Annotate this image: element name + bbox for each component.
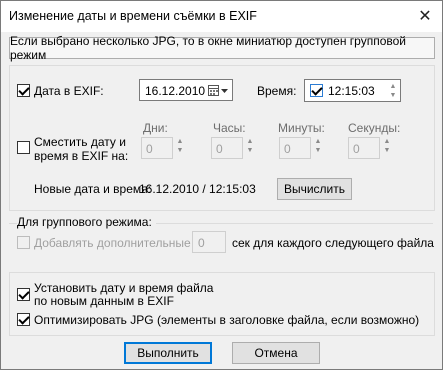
add-seconds-checkbox[interactable] bbox=[17, 236, 30, 249]
time-spinner[interactable]: ▲ ▼ bbox=[387, 82, 399, 100]
hours-label: Часы: bbox=[213, 121, 246, 135]
minutes-spinner[interactable]: ▲ ▼ bbox=[312, 137, 324, 155]
spin-up-icon[interactable]: ▲ bbox=[384, 137, 391, 146]
spin-up-icon[interactable]: ▲ bbox=[247, 137, 254, 146]
days-field[interactable]: 0 bbox=[141, 137, 173, 159]
calendar-dropdown-icon[interactable] bbox=[208, 85, 229, 97]
new-datetime-label: Новые дата и время: bbox=[34, 182, 151, 196]
dialog-title: Изменение даты и времени съёмки в EXIF bbox=[9, 9, 257, 23]
hours-value: 0 bbox=[216, 142, 223, 156]
group-mode-title: Для группового режима: bbox=[17, 215, 156, 229]
time-checkbox[interactable] bbox=[310, 84, 323, 97]
spin-down-icon[interactable]: ▼ bbox=[384, 146, 391, 155]
add-seconds-field[interactable]: 0 bbox=[192, 231, 226, 253]
days-label: Дни: bbox=[143, 121, 168, 135]
hours-field[interactable]: 0 bbox=[211, 137, 243, 159]
title-bar: Изменение даты и времени съёмки в EXIF ✕ bbox=[1, 1, 442, 32]
hours-spinner[interactable]: ▲ ▼ bbox=[244, 137, 256, 155]
date-exif-label: Дата в EXIF: bbox=[34, 84, 104, 98]
seconds-value: 0 bbox=[353, 142, 360, 156]
spin-down-icon[interactable]: ▼ bbox=[247, 146, 254, 155]
spin-up-icon[interactable]: ▲ bbox=[390, 82, 397, 91]
time-label: Время: bbox=[257, 84, 297, 98]
seconds-field[interactable]: 0 bbox=[348, 137, 380, 159]
execute-button[interactable]: Выполнить bbox=[124, 342, 212, 364]
group-mode-info: Если выбрано несколько JPG, то в окне ми… bbox=[9, 34, 435, 62]
seconds-label: Секунды: bbox=[348, 121, 401, 135]
minutes-label: Минуты: bbox=[278, 121, 325, 135]
new-datetime-value: 16.12.2010 / 12:15:03 bbox=[139, 182, 256, 196]
time-picker[interactable]: 12:15:03 ▲ ▼ bbox=[304, 79, 401, 102]
set-file-date-line1: Установить дату и время файла bbox=[34, 281, 214, 295]
date-picker[interactable]: 16.12.2010 bbox=[139, 79, 233, 101]
set-file-date-line2: по новым данным в EXIF bbox=[34, 294, 174, 308]
close-icon[interactable]: ✕ bbox=[414, 5, 436, 27]
spin-down-icon[interactable]: ▼ bbox=[390, 91, 397, 100]
optimize-jpg-label: Оптимизировать JPG (элементы в заголовке… bbox=[34, 313, 420, 327]
date-exif-checkbox[interactable] bbox=[17, 84, 30, 97]
shift-date-checkbox[interactable] bbox=[17, 141, 30, 154]
days-spinner[interactable]: ▲ ▼ bbox=[174, 137, 186, 155]
seconds-spinner[interactable]: ▲ ▼ bbox=[381, 137, 393, 155]
spin-down-icon[interactable]: ▼ bbox=[177, 146, 184, 155]
spin-up-icon[interactable]: ▲ bbox=[177, 137, 184, 146]
shift-label-line1: Сместить дату и bbox=[34, 135, 126, 149]
set-file-date-checkbox[interactable] bbox=[17, 288, 30, 301]
days-value: 0 bbox=[146, 142, 153, 156]
calculate-button[interactable]: Вычислить bbox=[277, 178, 352, 200]
optimize-jpg-checkbox[interactable] bbox=[17, 313, 30, 326]
cancel-button[interactable]: Отмена bbox=[232, 342, 320, 364]
add-seconds-value: 0 bbox=[198, 236, 205, 250]
date-value: 16.12.2010 bbox=[145, 84, 206, 98]
minutes-value: 0 bbox=[284, 142, 291, 156]
add-seconds-suffix: сек для каждого следующего файла bbox=[232, 236, 434, 250]
spin-up-icon[interactable]: ▲ bbox=[315, 137, 322, 146]
time-value: 12:15:03 bbox=[328, 84, 375, 98]
exif-date-dialog: Изменение даты и времени съёмки в EXIF ✕… bbox=[0, 0, 443, 370]
minutes-field[interactable]: 0 bbox=[279, 137, 311, 159]
add-seconds-label: Добавлять дополнительные bbox=[34, 236, 191, 250]
spin-down-icon[interactable]: ▼ bbox=[315, 146, 322, 155]
shift-label-line2: время в EXIF на: bbox=[34, 149, 129, 163]
